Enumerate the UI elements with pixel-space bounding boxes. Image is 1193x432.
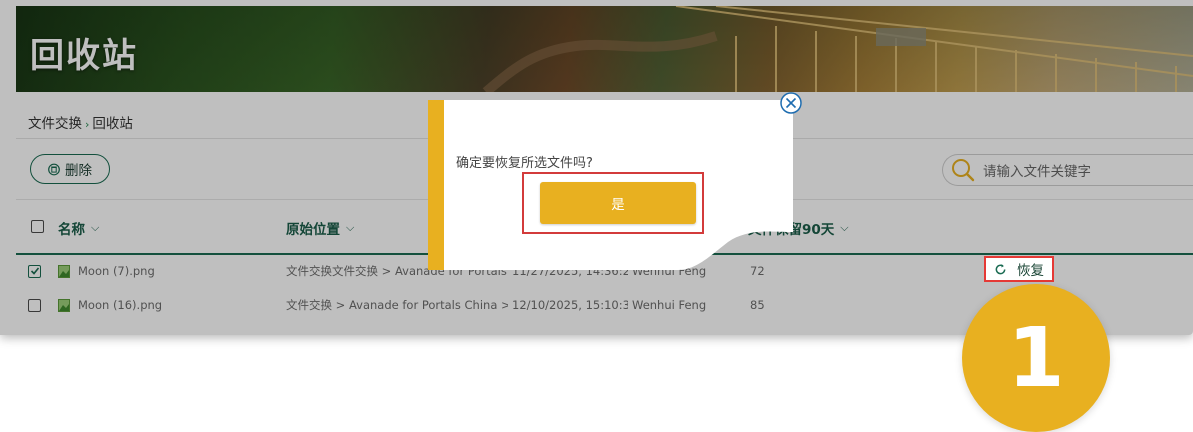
- restore-button-label: 恢复: [1017, 263, 1044, 279]
- restore-button[interactable]: 恢复: [984, 256, 1054, 282]
- dialog-message: 确定要恢复所选文件吗?: [456, 156, 593, 171]
- confirm-yes-button[interactable]: 是: [540, 182, 696, 224]
- refresh-icon: [995, 263, 1006, 274]
- close-icon[interactable]: [780, 92, 802, 114]
- recycle-bin-panel: 回收站 文件交换 › 回收站 删除 请输入文件关键字 名称 ⌵ 原始位置 ⌵ ⌵…: [0, 0, 1193, 335]
- confirm-dialog: 确定要恢复所选文件吗? 是: [428, 92, 802, 270]
- step-number-badge: 1: [962, 284, 1110, 432]
